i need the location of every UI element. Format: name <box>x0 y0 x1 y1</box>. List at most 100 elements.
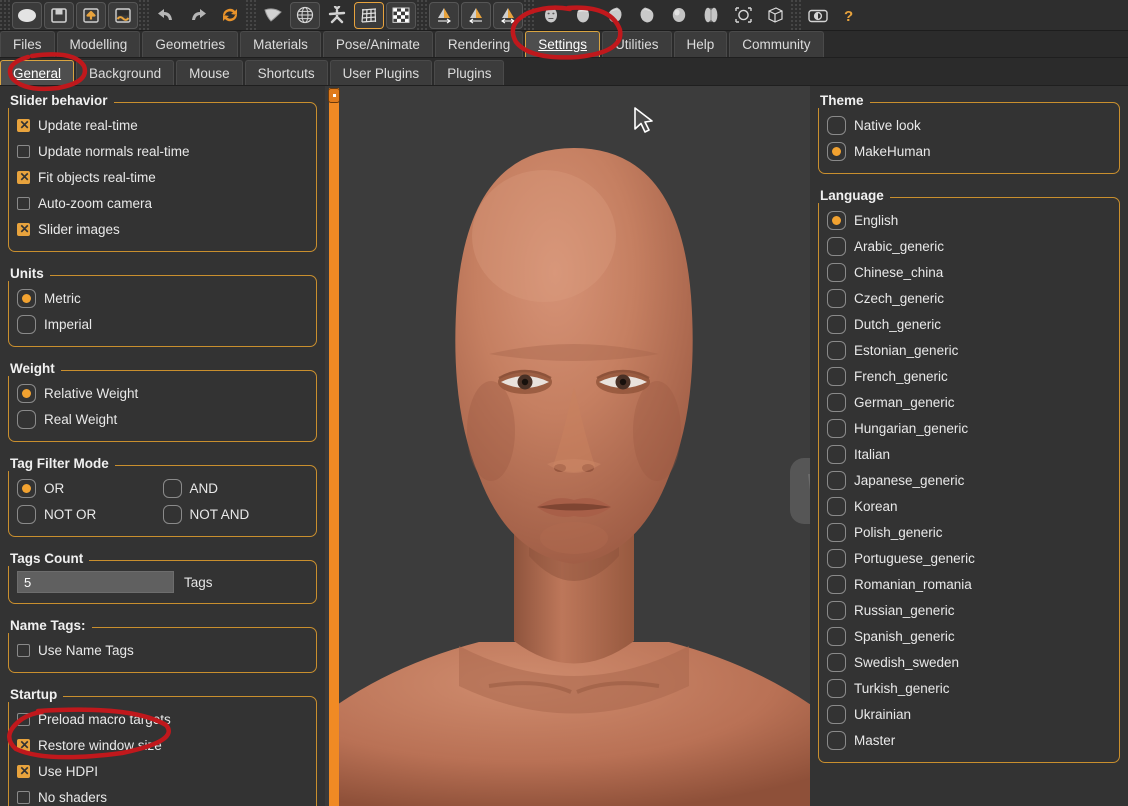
tab-settings[interactable]: Settings <box>525 31 600 57</box>
subtab-background[interactable]: Background <box>76 60 175 85</box>
option-swedish-sweden[interactable]: Swedish_sweden <box>827 649 1111 675</box>
option-german-generic[interactable]: German_generic <box>827 389 1111 415</box>
redo-icon[interactable] <box>183 2 213 29</box>
radio-polish-generic[interactable] <box>827 522 846 542</box>
radio-portuguese-generic[interactable] <box>827 548 846 568</box>
tab-rendering[interactable]: Rendering <box>434 31 524 57</box>
radio-not-or[interactable] <box>17 504 36 524</box>
tab-modelling[interactable]: Modelling <box>56 31 141 57</box>
subdivide-icon[interactable] <box>386 1 416 29</box>
subtab-plugins[interactable]: Plugins <box>434 60 505 85</box>
grab-screen-icon[interactable] <box>803 2 833 29</box>
view-face-icon[interactable] <box>536 2 566 29</box>
viewport-left-slider-rail[interactable] <box>329 88 339 806</box>
export-icon[interactable] <box>108 1 138 29</box>
radio-romanian-romania[interactable] <box>827 574 846 594</box>
option-french-generic[interactable]: French_generic <box>827 363 1111 389</box>
checkbox-no-shaders[interactable] <box>17 790 30 804</box>
undo-icon[interactable] <box>151 2 181 29</box>
option-estonian-generic[interactable]: Estonian_generic <box>827 337 1111 363</box>
option-russian-generic[interactable]: Russian_generic <box>827 597 1111 623</box>
checkbox-auto-zoom-camera[interactable] <box>17 196 30 210</box>
view-side-icon[interactable] <box>696 2 726 29</box>
option-imperial[interactable]: Imperial <box>17 311 308 337</box>
option-and[interactable]: AND <box>162 475 309 501</box>
option-slider-images[interactable]: Slider images <box>17 216 308 242</box>
option-real-weight[interactable]: Real Weight <box>17 406 308 432</box>
radio-swedish-sweden[interactable] <box>827 652 846 672</box>
radio-or[interactable] <box>17 478 36 498</box>
radio-imperial[interactable] <box>17 314 36 334</box>
radio-turkish-generic[interactable] <box>827 678 846 698</box>
view-head-icon[interactable] <box>568 2 598 29</box>
subtab-shortcuts[interactable]: Shortcuts <box>244 60 328 85</box>
wireframe-globe-icon[interactable] <box>290 1 320 29</box>
tab-files[interactable]: Files <box>0 31 55 57</box>
tab-materials[interactable]: Materials <box>240 31 321 57</box>
checkbox-slider-images[interactable] <box>17 221 31 237</box>
option-update-normals-real-time[interactable]: Update normals real-time <box>17 138 308 164</box>
radio-russian-generic[interactable] <box>827 600 846 620</box>
radio-hungarian-generic[interactable] <box>827 418 846 438</box>
option-fit-objects-real-time[interactable]: Fit objects real-time <box>17 164 308 190</box>
checkbox-fit-objects-real-time[interactable] <box>17 169 31 185</box>
option-portuguese-generic[interactable]: Portuguese_generic <box>827 545 1111 571</box>
tab-pose-animate[interactable]: Pose/Animate <box>322 31 433 57</box>
pose-icon[interactable] <box>322 2 352 29</box>
subtab-user-plugins[interactable]: User Plugins <box>329 60 433 85</box>
radio-metric[interactable] <box>17 288 36 308</box>
save-icon[interactable] <box>44 1 74 29</box>
grid-icon[interactable] <box>354 1 384 29</box>
option-auto-zoom-camera[interactable]: Auto-zoom camera <box>17 190 308 216</box>
radio-japanese-generic[interactable] <box>827 470 846 490</box>
option-ukrainian[interactable]: Ukrainian <box>827 701 1111 727</box>
help-icon[interactable]: ? <box>835 2 865 29</box>
subtab-mouse[interactable]: Mouse <box>176 60 243 85</box>
option-restore-window-size[interactable]: Restore window size <box>17 732 308 758</box>
option-arabic-generic[interactable]: Arabic_generic <box>827 233 1111 259</box>
view-right-icon[interactable] <box>632 2 662 29</box>
option-update-real-time[interactable]: Update real-time <box>17 112 308 138</box>
radio-korean[interactable] <box>827 496 846 516</box>
radio-not-and[interactable] <box>162 504 182 524</box>
radio-master[interactable] <box>827 730 846 750</box>
checkbox-update-normals-real-time[interactable] <box>17 144 30 158</box>
option-turkish-generic[interactable]: Turkish_generic <box>827 675 1111 701</box>
radio-french-generic[interactable] <box>827 366 846 386</box>
option-romanian-romania[interactable]: Romanian_romania <box>827 571 1111 597</box>
option-not-or[interactable]: NOT OR <box>17 501 163 527</box>
radio-estonian-generic[interactable] <box>827 340 846 360</box>
option-polish-generic[interactable]: Polish_generic <box>827 519 1111 545</box>
checkbox-use-hdpi[interactable] <box>17 763 31 779</box>
new-icon[interactable] <box>12 1 42 29</box>
tags-count-input[interactable] <box>17 571 174 593</box>
radio-chinese-china[interactable] <box>827 262 846 282</box>
checkbox-preload-macro-targets[interactable] <box>17 712 30 726</box>
radio-ukrainian[interactable] <box>827 704 846 724</box>
view-left-icon[interactable] <box>600 2 630 29</box>
radio-makehuman[interactable] <box>827 141 846 161</box>
option-master[interactable]: Master <box>827 727 1111 753</box>
tab-utilities[interactable]: Utilities <box>601 31 672 57</box>
radio-italian[interactable] <box>827 444 846 464</box>
radio-relative-weight[interactable] <box>17 383 36 403</box>
radio-and[interactable] <box>162 478 182 498</box>
reset-mesh-icon[interactable] <box>215 2 245 29</box>
option-preload-macro-targets[interactable]: Preload macro targets <box>17 706 308 732</box>
option-spanish-generic[interactable]: Spanish_generic <box>827 623 1111 649</box>
radio-arabic-generic[interactable] <box>827 236 846 256</box>
viewport-left-slider-handle[interactable] <box>328 88 340 103</box>
symmetry-right-icon[interactable] <box>429 1 459 29</box>
radio-dutch-generic[interactable] <box>827 314 846 334</box>
checkbox-restore-window-size[interactable] <box>17 737 31 753</box>
radio-real-weight[interactable] <box>17 409 36 429</box>
option-chinese-china[interactable]: Chinese_china <box>827 259 1111 285</box>
radio-czech-generic[interactable] <box>827 288 846 308</box>
option-english[interactable]: English <box>827 207 1111 233</box>
option-use-hdpi[interactable]: Use HDPI <box>17 758 308 784</box>
view-box-icon[interactable] <box>760 2 790 29</box>
checkbox-use-name-tags[interactable] <box>17 643 30 657</box>
checkbox-update-real-time[interactable] <box>17 117 31 133</box>
smooth-icon[interactable] <box>258 2 288 29</box>
view-front-icon[interactable] <box>664 2 694 29</box>
